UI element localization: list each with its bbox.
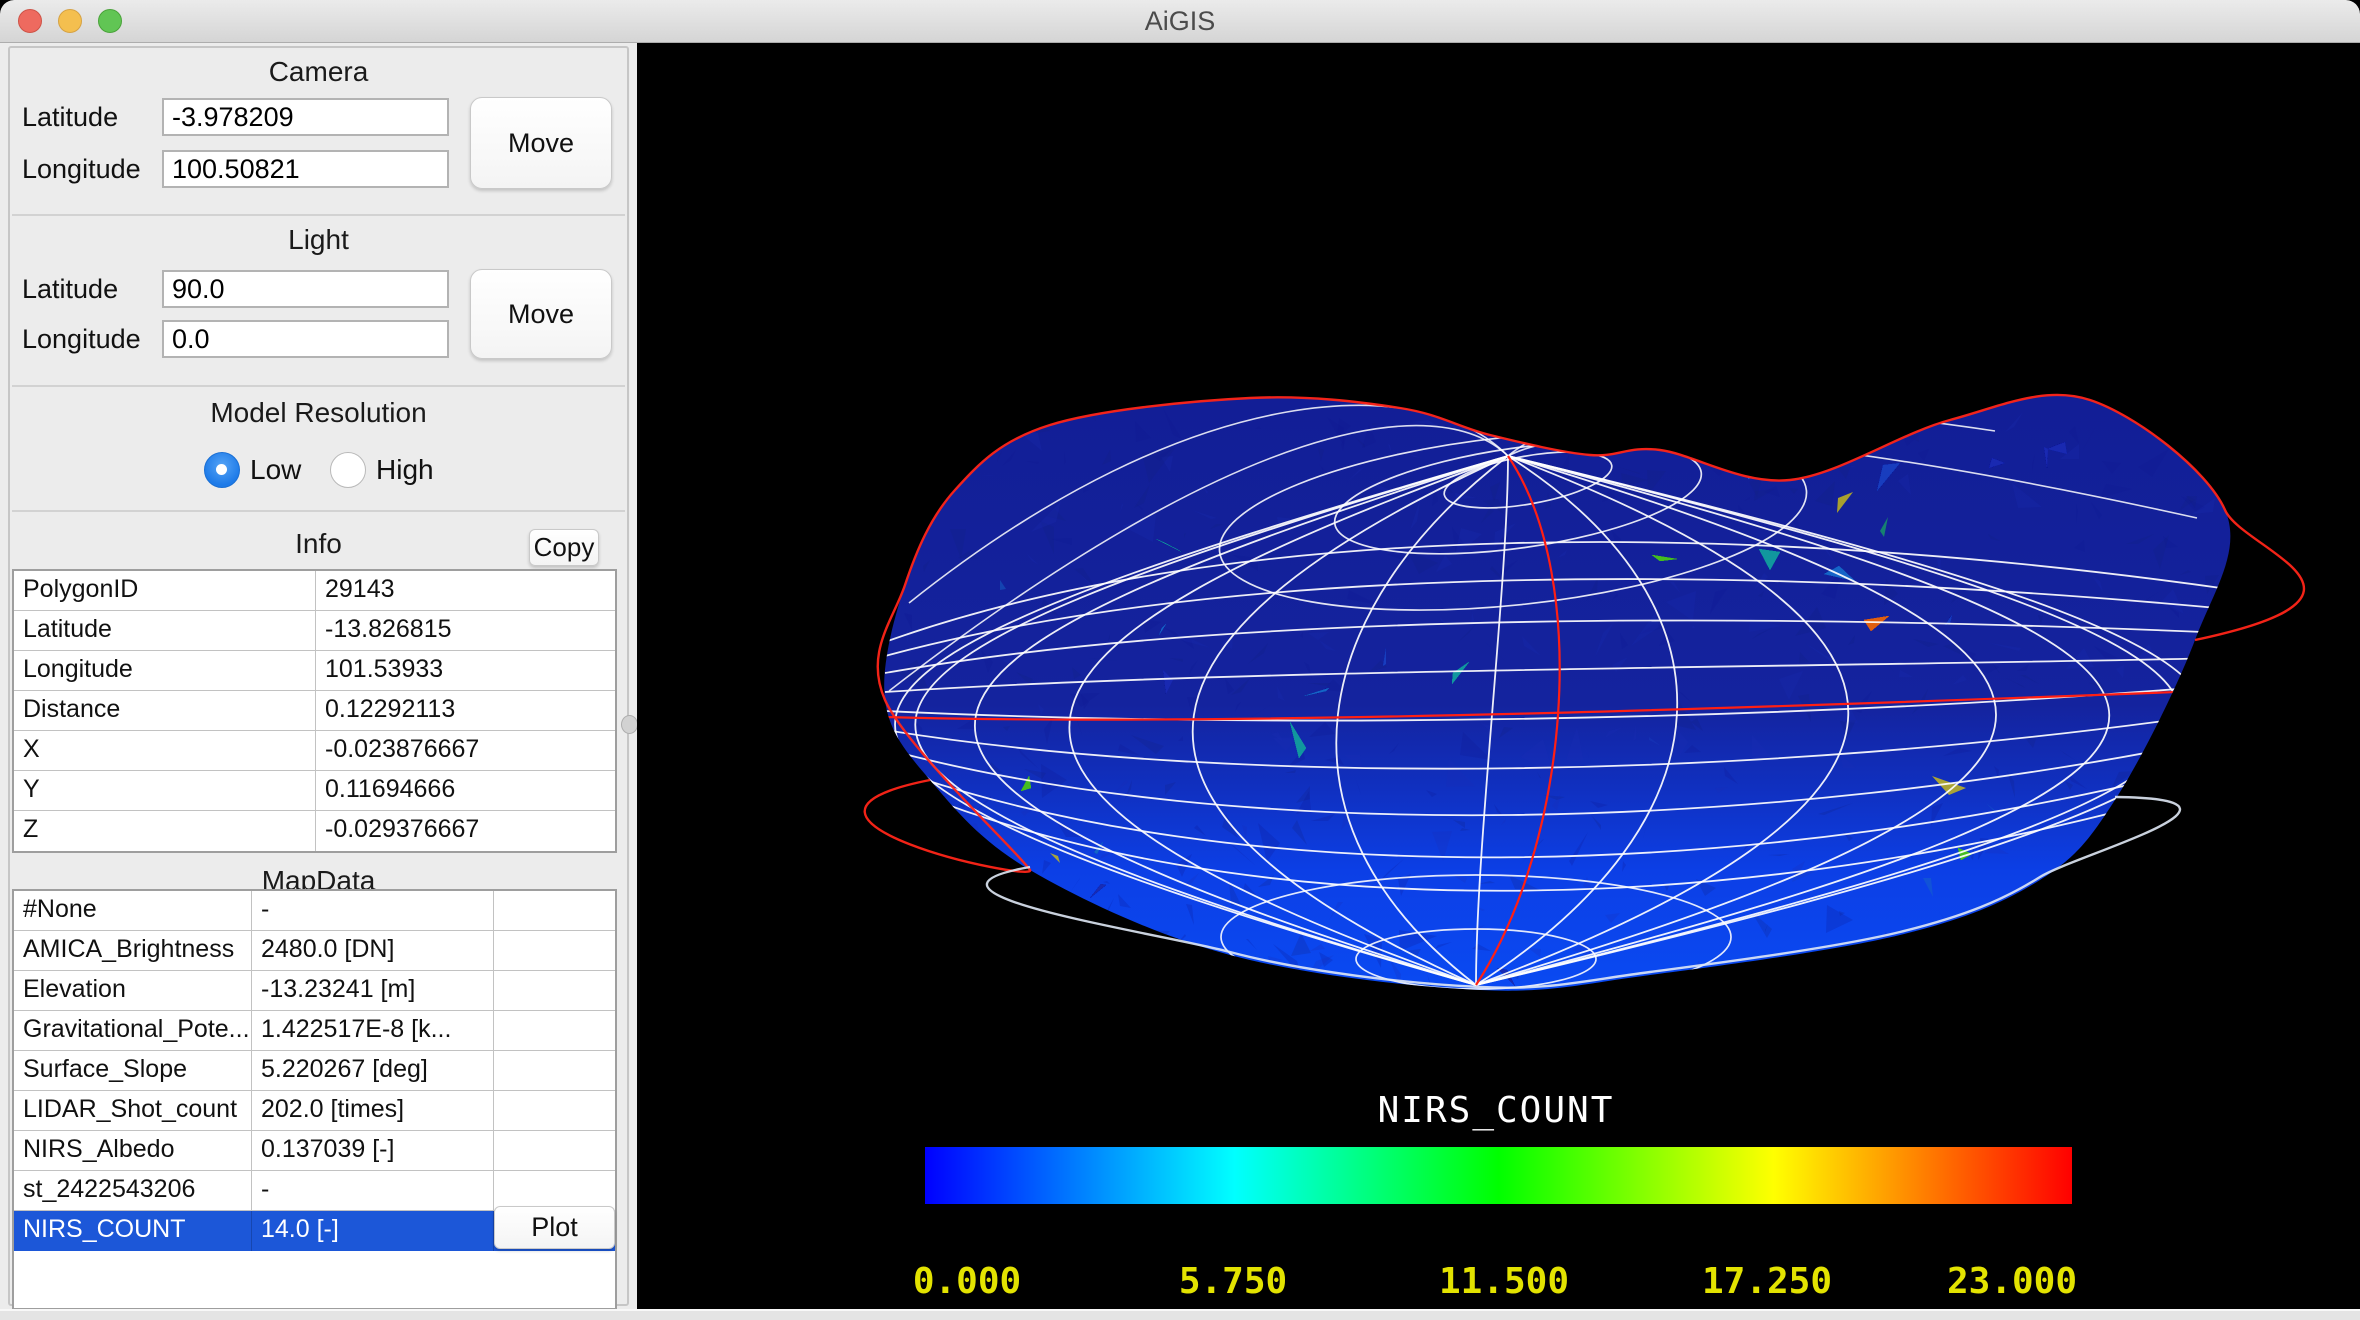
light-latitude-label: Latitude [22,269,118,309]
copy-button[interactable]: Copy [529,529,599,566]
model-viewport[interactable]: NIRS_COUNT 0.000 5.750 11.500 17.250 23.000 [637,43,2360,1309]
control-sidebar: Camera Latitude Longitude Move Light Lat… [0,43,637,1309]
info-row-label: Z [14,811,316,851]
info-table-row[interactable]: Distance 0.12292113 [14,691,615,731]
mapdata-row-value: 14.0 [-] [252,1211,494,1251]
mapdata-row-label: Surface_Slope [14,1051,252,1090]
info-row-label: Longitude [14,651,316,690]
info-table-row[interactable]: X -0.023876667 [14,731,615,771]
mapdata-row-value: 5.220267 [deg] [252,1051,494,1090]
app-window: AiGIS Camera Latitude Longitude Move Lig… [0,0,2360,1320]
mapdata-row-value: - [252,891,494,930]
mapdata-row-extra [494,971,615,1010]
mapdata-row-label: Elevation [14,971,252,1010]
light-move-button[interactable]: Move [470,269,612,359]
info-table: PolygonID 29143 Latitude -13.826815 Long… [12,569,617,853]
mapdata-row-label: AMICA_Brightness [14,931,252,970]
info-row-value: -0.029376667 [316,811,615,851]
info-table-row[interactable]: PolygonID 29143 [14,571,615,611]
mapdata-row-label: #None [14,891,252,930]
info-row-value: -13.826815 [316,611,615,650]
info-table-row[interactable]: Y 0.11694666 [14,771,615,811]
info-row-value: 29143 [316,571,615,610]
mapdata-row[interactable]: Surface_Slope 5.220267 [deg] [14,1051,615,1091]
info-table-row[interactable]: Z -0.029376667 [14,811,615,851]
resolution-high-label: High [376,450,434,490]
camera-longitude-input[interactable] [162,150,449,188]
info-table-row[interactable]: Latitude -13.826815 [14,611,615,651]
resolution-low-label: Low [250,450,301,490]
section-divider [12,214,625,216]
colorbar-gradient [925,1147,2072,1204]
colorbar-tick-label: 0.000 [913,1261,1021,1302]
mapdata-row[interactable]: LIDAR_Shot_count 202.0 [times] [14,1091,615,1131]
info-row-label: Latitude [14,611,316,650]
colorbar-tick-label: 11.500 [1439,1261,1569,1302]
mapdata-row-value: 2480.0 [DN] [252,931,494,970]
resolution-high-radio[interactable] [330,452,366,488]
mapdata-row-label: NIRS_Albedo [14,1131,252,1170]
mapdata-row[interactable]: Gravitational_Pote... 1.422517E-8 [k... [14,1011,615,1051]
camera-longitude-label: Longitude [22,149,141,189]
light-longitude-input[interactable] [162,320,449,358]
plot-button[interactable]: Plot [494,1206,615,1249]
camera-move-button[interactable]: Move [470,97,612,189]
mapdata-row-value: -13.23241 [m] [252,971,494,1010]
model-resolution-title: Model Resolution [10,397,627,429]
titlebar: AiGIS [0,0,2360,43]
info-row-label: X [14,731,316,770]
info-row-value: -0.023876667 [316,731,615,770]
mapdata-row-extra [494,1131,615,1170]
mapdata-row-extra [494,931,615,970]
mapdata-row[interactable]: NIRS_Albedo 0.137039 [-] [14,1131,615,1171]
info-row-label: Distance [14,691,316,730]
mapdata-row-value: 1.422517E-8 [k... [252,1011,494,1050]
mapdata-row-extra [494,1091,615,1130]
section-divider [12,510,625,512]
mapdata-row[interactable]: #None - [14,891,615,931]
mapdata-row[interactable]: AMICA_Brightness 2480.0 [DN] [14,931,615,971]
info-row-value: 101.53933 [316,651,615,690]
camera-latitude-label: Latitude [22,97,118,137]
colorbar-tick-label: 5.750 [1179,1261,1287,1302]
window-bottom-edge [0,1309,2360,1320]
camera-section-title: Camera [10,56,627,88]
section-divider [12,385,625,387]
info-row-value: 0.11694666 [316,771,615,810]
splitter-handle[interactable] [621,715,638,734]
info-row-value: 0.12292113 [316,691,615,730]
light-latitude-input[interactable] [162,270,449,308]
mapdata-row-value: 202.0 [times] [252,1091,494,1130]
mapdata-row[interactable]: Elevation -13.23241 [m] [14,971,615,1011]
colorbar: NIRS_COUNT 0.000 5.750 11.500 17.250 23.000 [913,1090,2077,1302]
info-table-row[interactable]: Longitude 101.53933 [14,651,615,691]
mapdata-row-label: LIDAR_Shot_count [14,1091,252,1130]
mapdata-row-value: - [252,1171,494,1210]
mapdata-row[interactable]: st_2422543206 - [14,1171,615,1211]
mapdata-row-label: Gravitational_Pote... [14,1011,252,1050]
info-row-label: PolygonID [14,571,316,610]
colorbar-tick-label: 23.000 [1947,1261,2077,1302]
mapdata-row-label: NIRS_COUNT [14,1211,252,1251]
mapdata-row-extra [494,1011,615,1050]
mapdata-row-extra [494,1171,615,1210]
colorbar-title: NIRS_COUNT [1378,1090,1615,1131]
control-panel: Camera Latitude Longitude Move Light Lat… [8,46,629,1306]
mapdata-row-extra [494,891,615,930]
info-row-label: Y [14,771,316,810]
colorbar-tick-label: 17.250 [1702,1261,1832,1302]
mapdata-row-value: 0.137039 [-] [252,1131,494,1170]
window-title: AiGIS [0,0,2360,43]
camera-latitude-input[interactable] [162,98,449,136]
resolution-low-radio[interactable] [204,452,240,488]
mapdata-row-label: st_2422543206 [14,1171,252,1210]
light-longitude-label: Longitude [22,319,141,359]
mapdata-row-extra [494,1051,615,1090]
light-section-title: Light [10,224,627,256]
